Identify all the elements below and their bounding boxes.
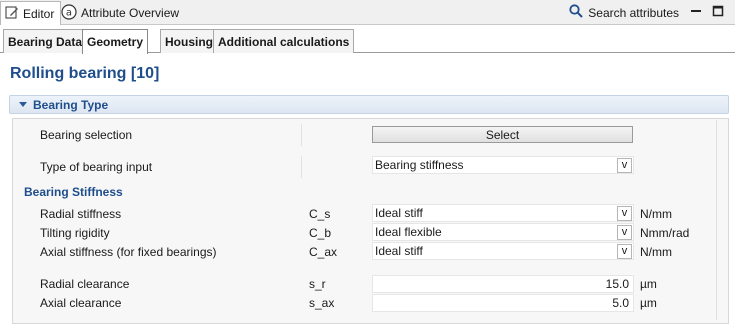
tab-additional-calculations[interactable]: Additional calculations bbox=[213, 29, 355, 53]
radial-stiffness-symbol: C_s bbox=[309, 207, 331, 221]
right-edge-line bbox=[716, 120, 717, 320]
tab-attribute-overview[interactable]: a Attribute Overview bbox=[57, 1, 185, 25]
dropdown-arrow-icon[interactable]: v bbox=[617, 206, 632, 221]
dropdown-arrow-icon[interactable]: v bbox=[617, 225, 632, 240]
radial-clearance-input[interactable]: 15.0 bbox=[372, 275, 634, 293]
bearing-input-type-select[interactable]: Bearing stiffness v bbox=[372, 156, 634, 174]
bearing-stiffness-heading: Bearing Stiffness bbox=[24, 185, 123, 199]
sub-tab-bar: Bearing Data Geometry Housing Additional… bbox=[0, 26, 735, 54]
axial-clearance-input[interactable]: 5.0 bbox=[372, 294, 634, 312]
radial-clearance-label: Radial clearance bbox=[40, 277, 130, 291]
tilting-rigidity-unit: Nmm/rad bbox=[640, 226, 690, 240]
axial-clearance-unit: µm bbox=[640, 296, 657, 310]
axial-stiffness-label: Axial stiffness (for fixed bearings) bbox=[40, 245, 217, 259]
section-header-label: Bearing Type bbox=[33, 97, 109, 112]
page-title: Rolling bearing [10] bbox=[10, 65, 160, 82]
radial-clearance-unit: µm bbox=[640, 277, 657, 291]
bearing-input-type-label: Type of bearing input bbox=[40, 160, 153, 174]
radial-clearance-symbol: s_r bbox=[309, 277, 326, 291]
dropdown-arrow-icon[interactable]: v bbox=[617, 158, 632, 173]
tab-attribute-overview-label: Attribute Overview bbox=[81, 6, 180, 20]
view-tab-bar: Editor a Attribute Overview Search attri… bbox=[0, 0, 735, 25]
axial-stiffness-unit: N/mm bbox=[640, 245, 672, 259]
tab-editor[interactable]: Editor bbox=[0, 1, 62, 25]
tilting-rigidity-symbol: C_b bbox=[309, 226, 332, 240]
column-separator bbox=[301, 156, 302, 178]
axial-stiffness-symbol: C_ax bbox=[309, 245, 338, 259]
search-icon bbox=[569, 4, 583, 21]
radial-stiffness-unit: N/mm bbox=[640, 207, 672, 221]
axial-clearance-symbol: s_ax bbox=[309, 296, 335, 310]
search-attributes[interactable]: Search attributes bbox=[569, 4, 679, 21]
minimize-icon[interactable] bbox=[690, 5, 702, 17]
expand-triangle-icon bbox=[19, 102, 27, 107]
dropdown-arrow-icon[interactable]: v bbox=[617, 244, 632, 259]
bearing-selection-label: Bearing selection bbox=[40, 128, 133, 142]
maximize-icon[interactable] bbox=[712, 5, 724, 17]
axial-stiffness-select[interactable]: Ideal stiff v bbox=[372, 242, 634, 260]
radial-stiffness-select[interactable]: Ideal stiff v bbox=[372, 204, 634, 222]
tilting-rigidity-label: Tilting rigidity bbox=[40, 226, 110, 240]
tab-bearing-data[interactable]: Bearing Data bbox=[3, 29, 88, 53]
select-button[interactable]: Select bbox=[372, 126, 633, 143]
attribute-icon: a bbox=[61, 3, 77, 23]
tab-editor-label: Editor bbox=[23, 6, 55, 21]
column-separator bbox=[301, 124, 302, 146]
tab-housing[interactable]: Housing bbox=[160, 29, 218, 53]
svg-text:a: a bbox=[66, 7, 72, 18]
axial-stiffness-value: Ideal stiff bbox=[375, 244, 423, 258]
radial-stiffness-label: Radial stiffness bbox=[40, 207, 122, 221]
tilting-rigidity-select[interactable]: Ideal flexible v bbox=[372, 223, 634, 241]
axial-clearance-label: Axial clearance bbox=[40, 296, 122, 310]
edit-icon bbox=[5, 5, 19, 22]
tab-geometry[interactable]: Geometry bbox=[82, 29, 149, 54]
bearing-input-type-value: Bearing stiffness bbox=[375, 158, 464, 172]
section-header-bearing-type[interactable]: Bearing Type bbox=[9, 95, 729, 114]
search-attributes-label: Search attributes bbox=[588, 5, 679, 20]
tilting-rigidity-value: Ideal flexible bbox=[375, 225, 442, 239]
radial-stiffness-value: Ideal stiff bbox=[375, 206, 423, 220]
